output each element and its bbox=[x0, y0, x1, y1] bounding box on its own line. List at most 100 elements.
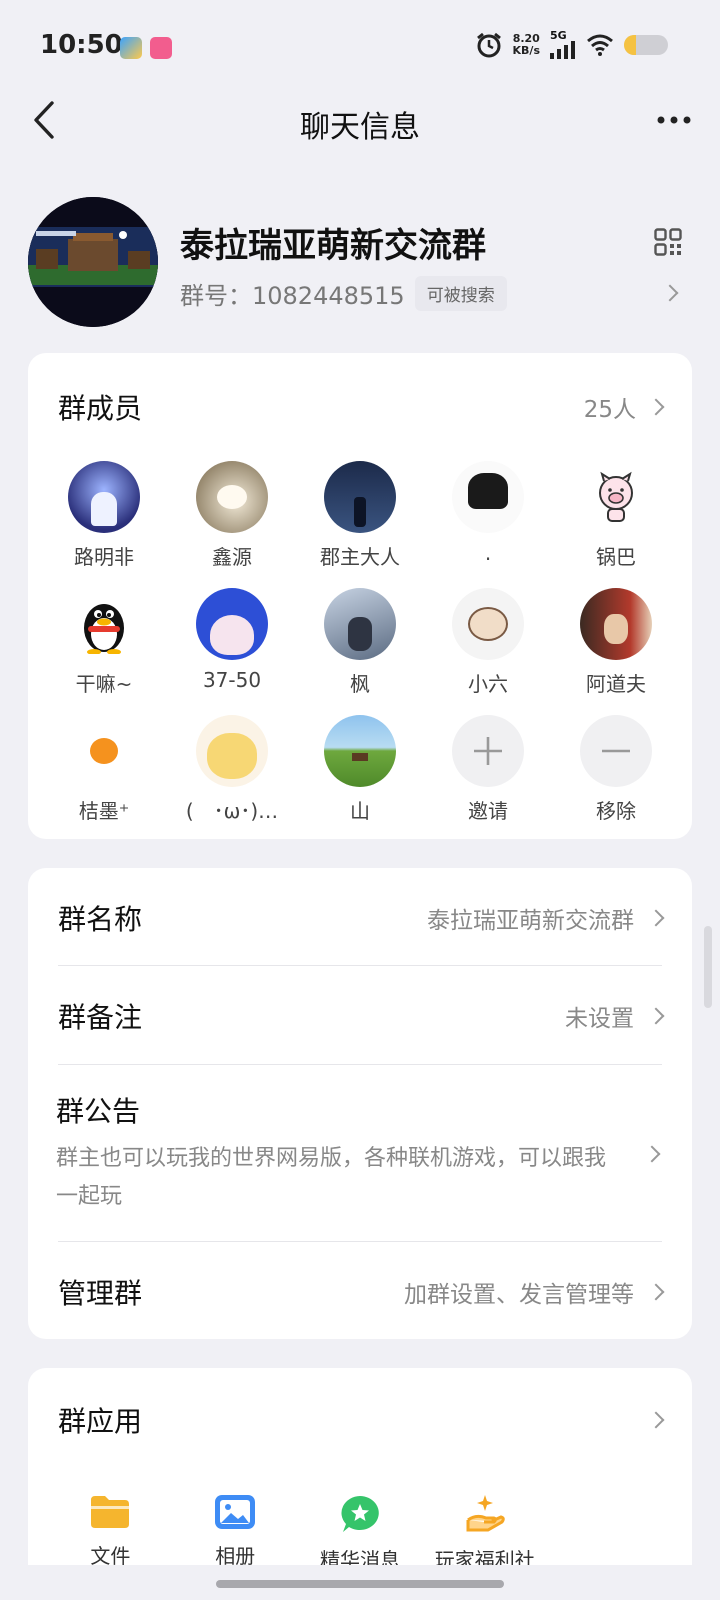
member-name: 锅巴 bbox=[596, 545, 636, 569]
album-icon bbox=[215, 1495, 256, 1529]
bilibili-icon bbox=[150, 37, 172, 59]
member-avatar bbox=[68, 715, 140, 787]
searchable-badge: 可被搜索 bbox=[414, 276, 507, 311]
member-name: ( ･ω･)… bbox=[185, 799, 279, 823]
welfare-icon bbox=[466, 1495, 505, 1532]
divider bbox=[58, 965, 662, 966]
group-remark-label: 群备注 bbox=[58, 1001, 143, 1034]
member-item[interactable]: 阿道夫 bbox=[552, 588, 680, 697]
chevron-right-icon bbox=[647, 1283, 665, 1301]
member-avatar bbox=[452, 588, 524, 660]
invite-label: 邀请 bbox=[468, 799, 508, 823]
home-indicator[interactable] bbox=[216, 1580, 504, 1588]
member-avatar bbox=[196, 715, 268, 787]
member-name: 桔墨⁺ bbox=[78, 799, 130, 823]
member-item[interactable]: 枫 bbox=[296, 588, 424, 697]
group-name-value: 泰拉瑞亚萌新交流群 bbox=[427, 908, 634, 934]
announcement-row[interactable]: 群公告 群主也可以玩我的世界网易版，各种联机游戏，可以跟我一起玩 bbox=[28, 1064, 692, 1242]
member-name: 37-50 bbox=[202, 668, 262, 692]
member-avatar bbox=[196, 588, 268, 660]
group-apps-header[interactable]: 群应用 bbox=[58, 1400, 665, 1440]
network-speed-value: 8.20 bbox=[512, 31, 540, 45]
app-essence[interactable]: 精华消息 bbox=[298, 1494, 423, 1573]
member-avatar bbox=[580, 588, 652, 660]
signal-icon bbox=[550, 41, 575, 59]
member-item[interactable]: 37-50 bbox=[168, 588, 296, 697]
group-remark-row[interactable]: 群备注 未设置 bbox=[58, 996, 665, 1036]
essence-icon bbox=[341, 1496, 379, 1532]
member-avatar bbox=[324, 588, 396, 660]
app-album[interactable]: 相册 bbox=[173, 1494, 298, 1573]
chevron-right-icon bbox=[647, 1007, 665, 1025]
members-title: 群成员 bbox=[58, 392, 143, 425]
member-item[interactable]: 小六 bbox=[424, 588, 552, 697]
minus-icon bbox=[580, 715, 652, 787]
member-item[interactable]: 桔墨⁺ bbox=[40, 715, 168, 824]
network-speed: 8.20 KB/s bbox=[512, 31, 540, 57]
more-button[interactable] bbox=[652, 100, 696, 140]
status-time: 10:50 bbox=[40, 30, 123, 60]
members-grid: 路明非 鑫源 郡主大人 . 锅巴 干嘛~ 37-50 枫 小六 阿道夫 桔墨⁺ … bbox=[40, 461, 680, 824]
manage-group-row[interactable]: 管理群 加群设置、发言管理等 bbox=[58, 1272, 665, 1312]
scrollbar[interactable] bbox=[704, 926, 712, 1008]
remove-member-button[interactable]: 移除 bbox=[552, 715, 680, 824]
chevron-right-icon bbox=[647, 398, 665, 416]
member-avatar bbox=[452, 461, 524, 533]
chevron-right-icon bbox=[643, 1145, 661, 1163]
group-remark-value: 未设置 bbox=[565, 1006, 634, 1032]
members-count: 25人 bbox=[583, 397, 636, 423]
members-header[interactable]: 群成员 25人 bbox=[58, 387, 665, 427]
member-item[interactable]: 锅巴 bbox=[552, 461, 680, 570]
member-avatar bbox=[580, 461, 652, 533]
member-item[interactable]: 鑫源 bbox=[168, 461, 296, 570]
app-welfare[interactable]: 玩家福利社 bbox=[422, 1494, 547, 1573]
group-profile-chevron[interactable] bbox=[661, 284, 679, 303]
group-name-row[interactable]: 群名称 泰拉瑞亚萌新交流群 bbox=[58, 898, 665, 938]
member-item[interactable]: ( ･ω･)… bbox=[168, 715, 296, 824]
battery-icon bbox=[624, 34, 668, 55]
qr-code-button[interactable] bbox=[654, 228, 682, 260]
more-icon bbox=[657, 116, 691, 124]
manage-group-value: 加群设置、发言管理等 bbox=[404, 1282, 634, 1308]
alarm-icon bbox=[476, 32, 501, 57]
member-name: 枫 bbox=[350, 672, 370, 696]
group-avatar-image bbox=[28, 197, 158, 327]
member-avatar bbox=[68, 588, 140, 660]
member-item[interactable]: 路明非 bbox=[40, 461, 168, 570]
settings-card: 群名称 泰拉瑞亚萌新交流群 群备注 未设置 群公告 群主也可以玩我的世界网易版，… bbox=[28, 868, 692, 1339]
member-name: 山 bbox=[350, 799, 370, 823]
status-icons: 8.20 KB/s 5G bbox=[475, 30, 668, 59]
member-item[interactable]: 干嘛~ bbox=[40, 588, 168, 697]
group-name-label: 群名称 bbox=[58, 903, 143, 936]
wifi-icon bbox=[587, 34, 613, 56]
qr-code-icon bbox=[654, 228, 682, 256]
member-name: 小六 bbox=[468, 672, 508, 696]
chevron-right-icon bbox=[647, 909, 665, 927]
member-name: 阿道夫 bbox=[586, 672, 646, 696]
member-item[interactable]: . bbox=[424, 461, 552, 570]
member-item[interactable]: 山 bbox=[296, 715, 424, 824]
chevron-right-icon bbox=[647, 1411, 665, 1429]
group-avatar[interactable] bbox=[28, 197, 158, 327]
penguin-icon bbox=[84, 604, 124, 654]
divider bbox=[58, 1241, 662, 1242]
network-type: 5G bbox=[550, 29, 567, 42]
member-avatar bbox=[196, 461, 268, 533]
group-name: 泰拉瑞亚萌新交流群 bbox=[180, 226, 486, 266]
announcement-text: 群主也可以玩我的世界网易版，各种联机游戏，可以跟我一起玩 bbox=[56, 1146, 607, 1209]
member-avatar bbox=[68, 461, 140, 533]
invite-member-button[interactable]: 邀请 bbox=[424, 715, 552, 824]
app-files[interactable]: 文件 bbox=[48, 1494, 173, 1573]
plus-icon bbox=[452, 715, 524, 787]
member-name: . bbox=[484, 541, 492, 565]
member-avatar bbox=[324, 715, 396, 787]
app-notification-icon bbox=[120, 37, 142, 59]
remove-label: 移除 bbox=[596, 799, 636, 823]
manage-group-label: 管理群 bbox=[58, 1277, 143, 1310]
member-item[interactable]: 郡主大人 bbox=[296, 461, 424, 570]
member-name: 干嘛~ bbox=[75, 672, 133, 696]
chevron-right-icon bbox=[661, 284, 679, 302]
signal-group: 5G bbox=[550, 30, 576, 59]
pig-icon bbox=[599, 471, 633, 522]
member-name: 鑫源 bbox=[212, 545, 252, 569]
